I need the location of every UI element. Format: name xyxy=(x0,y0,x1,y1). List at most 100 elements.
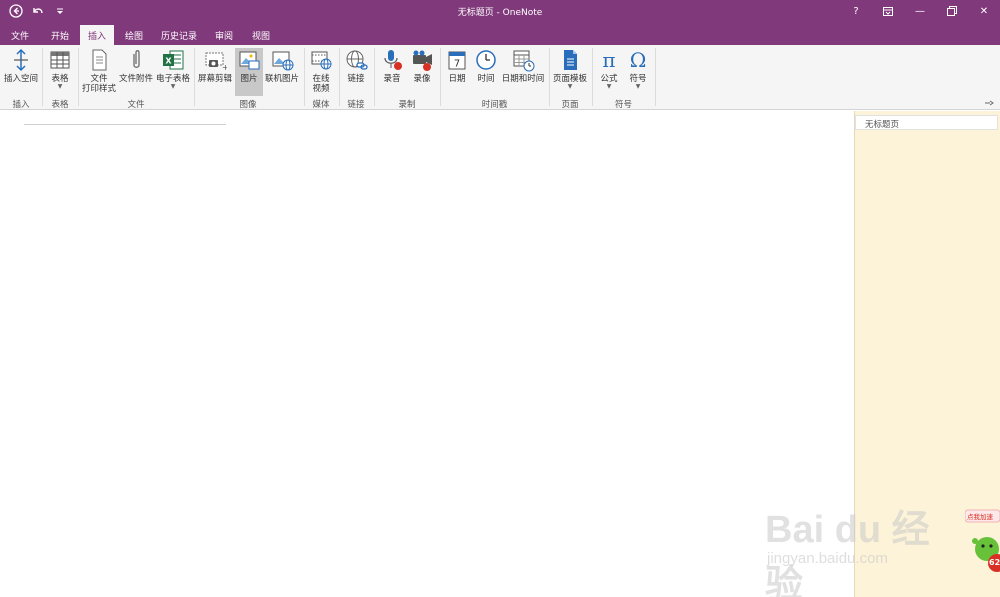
calendar-icon: 7 xyxy=(445,48,469,72)
group-separator xyxy=(549,48,550,106)
file-attachment-button[interactable]: 文件附件 xyxy=(118,48,154,84)
group-separator xyxy=(592,48,593,106)
minimize-button[interactable]: — xyxy=(904,0,936,22)
group-separator xyxy=(440,48,441,106)
file-attachment-label: 文件附件 xyxy=(118,74,153,84)
close-button[interactable]: ✕ xyxy=(968,0,1000,22)
online-video-label-line2: 视频 xyxy=(312,84,330,94)
page-template-icon xyxy=(558,48,582,72)
baidu-mascot-badge[interactable]: 点我加速 62 xyxy=(964,505,1000,575)
insert-space-label: 插入空间 xyxy=(3,74,38,84)
insert-space-button[interactable]: 插入空间 xyxy=(2,48,40,84)
group-label-pages: 页面 xyxy=(561,100,579,110)
online-video-label-line1: 在线 xyxy=(312,74,330,84)
clock-icon xyxy=(474,48,498,72)
picture-label: 图片 xyxy=(240,74,258,84)
ribbon-display-icon[interactable] xyxy=(872,0,904,22)
online-picture-label: 联机图片 xyxy=(264,74,299,84)
file-printout-button[interactable]: 文件 打印样式 xyxy=(80,48,118,94)
group-separator xyxy=(304,48,305,106)
chevron-down-icon: ▼ xyxy=(57,83,63,90)
screen-clipping-label: 屏幕剪辑 xyxy=(197,74,232,84)
record-video-button[interactable]: 录像 xyxy=(407,48,437,84)
spreadsheet-button[interactable]: X 电子表格 ▼ xyxy=(154,48,192,90)
date-label: 日期 xyxy=(448,74,466,84)
symbol-button[interactable]: Ω 符号 ▼ xyxy=(624,48,652,90)
picture-icon xyxy=(237,48,261,72)
link-globe-icon xyxy=(344,48,368,72)
microphone-icon xyxy=(380,48,404,72)
chevron-down-icon: ▼ xyxy=(567,83,573,90)
watermark-url: jingyan.baidu.com xyxy=(767,550,888,567)
date-time-button[interactable]: 日期和时间 xyxy=(500,48,546,84)
tab-home[interactable]: 开始 xyxy=(40,25,80,45)
group-label-files: 文件 xyxy=(127,100,145,110)
file-printout-label-line1: 文件 xyxy=(90,74,108,84)
tab-view[interactable]: 视图 xyxy=(242,25,280,45)
group-separator xyxy=(42,48,43,106)
file-printout-label-line2: 打印样式 xyxy=(81,84,116,94)
time-label: 时间 xyxy=(477,74,495,84)
group-label-timestamp: 时间戳 xyxy=(481,100,508,110)
date-button[interactable]: 7 日期 xyxy=(443,48,471,84)
page-canvas[interactable] xyxy=(0,111,854,597)
equation-button[interactable]: π 公式 ▼ xyxy=(595,48,623,90)
mascot-badge-label: 点我加速 xyxy=(967,513,993,521)
baidu-watermark: Bai du 经验 jingyan.baidu.com xyxy=(765,488,955,597)
chevron-down-icon: ▼ xyxy=(170,83,176,90)
table-button[interactable]: 表格 ▼ xyxy=(44,48,76,90)
restore-icon[interactable] xyxy=(936,0,968,22)
link-label: 链接 xyxy=(347,74,365,84)
page-title-underline[interactable] xyxy=(24,124,226,125)
group-label-tables: 表格 xyxy=(51,100,69,110)
page-templates-button[interactable]: 页面模板 ▼ xyxy=(551,48,589,90)
online-video-button[interactable]: 在线 视频 xyxy=(306,48,336,94)
omega-icon: Ω xyxy=(629,48,647,72)
collapse-ribbon-icon[interactable] xyxy=(984,100,994,108)
group-separator xyxy=(78,48,79,106)
online-video-icon xyxy=(309,48,333,72)
table-icon xyxy=(48,48,72,72)
title-bar: 无标题页 - OneNote ? — ✕ xyxy=(0,0,1000,22)
online-picture-button[interactable]: 联机图片 xyxy=(264,48,300,84)
tab-review[interactable]: 审阅 xyxy=(206,25,242,45)
screen-clipping-button[interactable]: + 屏幕剪辑 xyxy=(196,48,234,84)
pi-icon: π xyxy=(602,48,616,72)
date-time-label: 日期和时间 xyxy=(501,74,545,84)
insert-space-icon xyxy=(9,48,33,72)
help-button[interactable]: ? xyxy=(840,0,872,22)
tab-history[interactable]: 历史记录 xyxy=(154,25,204,45)
group-label-symbols: 符号 xyxy=(614,100,632,110)
group-separator xyxy=(655,48,656,106)
video-camera-icon xyxy=(410,48,434,72)
svg-text:+: + xyxy=(222,63,227,72)
group-label-links: 链接 xyxy=(347,100,365,110)
record-audio-button[interactable]: 录音 xyxy=(377,48,407,84)
group-label-insert: 插入 xyxy=(12,100,30,110)
mascot-badge-number: 62 xyxy=(989,558,1000,567)
link-button[interactable]: 链接 xyxy=(341,48,371,84)
group-label-recording: 录制 xyxy=(398,100,416,110)
record-audio-label: 录音 xyxy=(383,74,401,84)
online-picture-icon xyxy=(270,48,294,72)
calendar-date-glyph: 7 xyxy=(454,59,460,70)
group-label-images: 图像 xyxy=(239,100,257,110)
excel-icon: X xyxy=(161,48,185,72)
group-separator xyxy=(374,48,375,106)
file-printout-icon xyxy=(87,48,111,72)
picture-button[interactable]: 图片 xyxy=(235,48,263,96)
window-controls: ? — ✕ xyxy=(840,0,1000,22)
group-separator xyxy=(339,48,340,106)
group-separator xyxy=(194,48,195,106)
screen-clipping-icon: + xyxy=(203,48,229,72)
tab-file[interactable]: 文件 xyxy=(0,25,40,45)
tab-insert[interactable]: 插入 xyxy=(80,25,114,45)
page-list-item[interactable]: 无标题页 xyxy=(855,115,998,130)
record-video-label: 录像 xyxy=(413,74,431,84)
group-label-media: 媒体 xyxy=(312,100,330,110)
ribbon-tabs: 文件 开始 插入 绘图 历史记录 审阅 视图 xyxy=(0,22,1000,45)
calendar-clock-icon xyxy=(511,48,535,72)
tab-draw[interactable]: 绘图 xyxy=(116,25,152,45)
time-button[interactable]: 时间 xyxy=(471,48,501,84)
onenote-window: 无标题页 - OneNote ? — ✕ 文件 开始 插入 绘图 历史记录 审阅… xyxy=(0,0,1000,597)
